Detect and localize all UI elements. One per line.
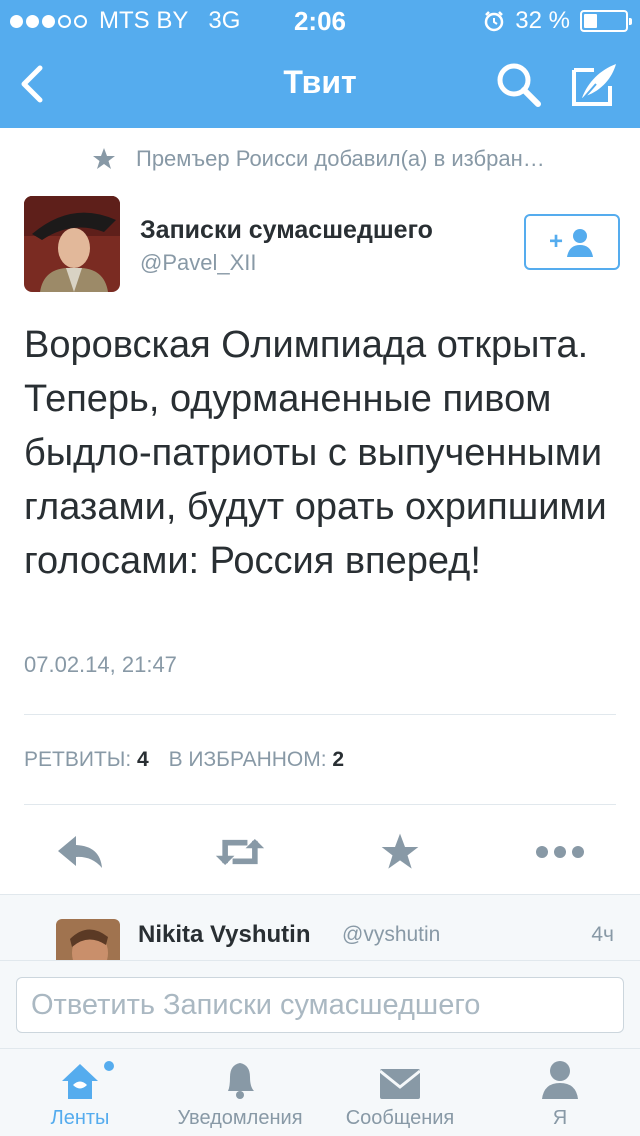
author-name[interactable]: Записки сумасшедшего xyxy=(140,216,433,245)
reply-avatar[interactable] xyxy=(56,919,120,960)
avatar-image xyxy=(24,196,120,292)
envelope-icon xyxy=(379,1069,421,1099)
favorited-by-line[interactable]: Премъер Роисси добавил(а) в избран… xyxy=(92,146,612,172)
more-button[interactable] xyxy=(534,828,586,876)
follow-plus: + xyxy=(548,228,563,255)
person-icon xyxy=(542,1061,578,1099)
reply-input[interactable] xyxy=(16,977,624,1033)
tweet-text: Воровская Олимпиада открыта. Теперь, оду… xyxy=(24,324,607,582)
top-bar: MTS BY 3G 2:06 32 % Твит xyxy=(0,0,640,128)
favorites-label: В ИЗБРАННОМ: xyxy=(168,748,333,771)
tab-home[interactable]: Ленты xyxy=(0,1049,160,1136)
tweet-stats: РЕТВИТЫ: 4 В ИЗБРАННОМ: 2 xyxy=(24,748,358,772)
tab-me[interactable]: Я xyxy=(480,1049,640,1136)
tweet-timestamp: 07.02.14, 21:47 xyxy=(24,652,177,677)
favorited-by-text: Премъер Роисси добавил(а) в избран… xyxy=(136,146,545,171)
follow-button[interactable]: + xyxy=(524,214,620,270)
author-handle[interactable]: @Pavel_XII xyxy=(140,250,257,276)
retweets-count[interactable]: 4 xyxy=(137,748,149,771)
reply-timestamp: 4ч xyxy=(591,923,614,946)
tweet-actions xyxy=(0,820,640,884)
search-icon xyxy=(497,63,541,107)
reply-author-name: Nikita Vyshutin xyxy=(138,921,311,948)
divider xyxy=(24,804,616,805)
retweet-icon xyxy=(215,839,265,865)
new-items-dot xyxy=(104,1061,114,1071)
favorite-button[interactable] xyxy=(374,828,426,876)
tab-messages[interactable]: Сообщения xyxy=(320,1049,480,1136)
reply-button[interactable] xyxy=(54,828,106,876)
reply-list-item[interactable]: Nikita Vyshutin @vyshutin 4ч xyxy=(0,894,640,960)
avatar-image xyxy=(56,919,120,960)
retweet-button[interactable] xyxy=(214,828,266,876)
reply-icon xyxy=(58,836,102,868)
star-icon xyxy=(93,148,115,169)
favorites-count[interactable]: 2 xyxy=(332,748,344,771)
author-avatar[interactable] xyxy=(24,196,120,292)
tab-notifications[interactable]: Уведомления xyxy=(160,1049,320,1136)
retweets-label: РЕТВИТЫ: xyxy=(24,748,138,771)
search-button[interactable] xyxy=(494,60,542,108)
more-icon xyxy=(536,846,584,858)
divider xyxy=(24,714,616,715)
tab-label: Ленты xyxy=(50,1107,110,1129)
home-icon xyxy=(62,1064,98,1099)
tab-label: Уведомления xyxy=(177,1107,303,1129)
star-icon xyxy=(381,833,419,869)
compose-button[interactable] xyxy=(570,60,620,108)
battery-percent: 32 % xyxy=(515,7,570,34)
alarm-icon xyxy=(485,11,504,32)
reply-author-handle: @vyshutin xyxy=(342,923,441,946)
person-icon xyxy=(567,229,593,257)
battery-icon xyxy=(580,10,632,32)
tab-label: Я xyxy=(552,1107,568,1129)
page-title: Твит xyxy=(283,64,357,100)
bell-icon xyxy=(228,1063,254,1099)
status-bar: MTS BY 3G 2:06 32 % xyxy=(0,0,640,40)
reply-compose-bar xyxy=(0,960,640,1048)
compose-quill-icon xyxy=(572,64,616,106)
tab-bar: Ленты Уведомления Сообщения Я xyxy=(0,1048,640,1136)
tab-label: Сообщения xyxy=(345,1107,455,1129)
